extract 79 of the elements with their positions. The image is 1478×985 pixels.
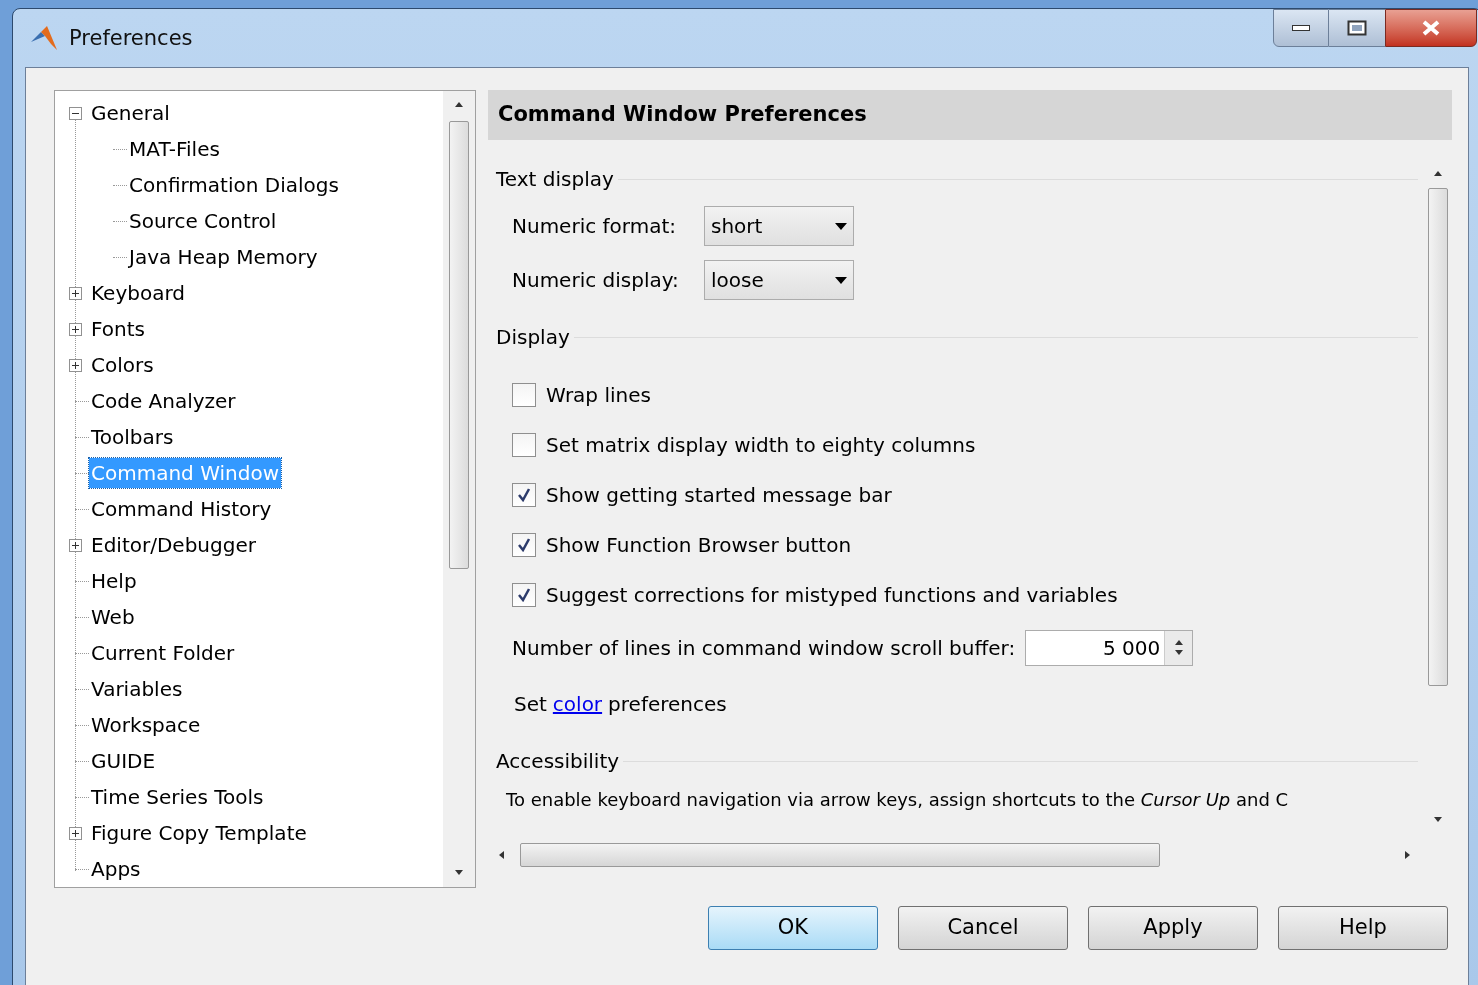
tree-item[interactable]: Editor/Debugger	[89, 530, 258, 560]
group-title: Accessibility	[496, 748, 620, 775]
scroll-up-icon[interactable]	[455, 101, 463, 109]
increment-icon[interactable]	[1174, 639, 1183, 647]
checkmark-icon	[517, 488, 531, 502]
checkbox-label: Show Function Browser button	[546, 532, 852, 559]
tree-item[interactable]: MAT-Files	[127, 134, 222, 164]
scroll-thumb[interactable]	[1428, 188, 1448, 686]
window-title: Preferences	[69, 25, 193, 52]
tree-item[interactable]: Web	[89, 602, 137, 632]
checkbox[interactable]	[512, 383, 536, 407]
dialog-button[interactable]: OK	[708, 906, 878, 950]
field-label: Numeric format:	[512, 213, 678, 240]
scroll-down-icon[interactable]	[455, 869, 463, 877]
dropdown[interactable]: loose	[704, 260, 854, 300]
scroll-right-icon[interactable]	[1404, 851, 1412, 859]
vertical-scrollbar[interactable]	[443, 91, 475, 887]
maximize-icon	[1347, 20, 1367, 36]
scroll-left-icon[interactable]	[498, 851, 506, 859]
expand-icon[interactable]	[68, 538, 82, 552]
tree-item[interactable]: Fonts	[89, 314, 147, 344]
dropdown[interactable]: short	[704, 206, 854, 246]
tree-item[interactable]: Code Analyzer	[89, 386, 238, 416]
decrement-icon[interactable]	[1174, 649, 1183, 657]
scroll-down-icon[interactable]	[1434, 816, 1442, 824]
expand-icon[interactable]	[68, 358, 82, 372]
checkbox-label: Wrap lines	[546, 382, 651, 409]
checkbox[interactable]	[512, 483, 536, 507]
tree-item[interactable]: Help	[89, 566, 139, 596]
tree-item[interactable]: Figure Copy Template	[89, 818, 309, 848]
color-link[interactable]: color	[552, 689, 603, 719]
dialog-button[interactable]: Help	[1278, 906, 1448, 950]
label-text: preferences	[608, 691, 727, 718]
tree-item[interactable]: Current Folder	[89, 638, 237, 668]
collapse-icon[interactable]	[68, 106, 82, 120]
checkbox-label: Suggest corrections for mistyped functions and variables	[546, 582, 1118, 609]
tree-item[interactable]: Source Control	[127, 206, 279, 236]
checkbox[interactable]	[512, 533, 536, 557]
group-title: Text display	[496, 166, 614, 193]
checkbox[interactable]	[512, 583, 536, 607]
expand-icon[interactable]	[68, 826, 82, 840]
field-label: Number of lines in command window scroll buffer:	[512, 635, 1016, 662]
tree-item[interactable]: Command History	[89, 494, 274, 524]
tree-item[interactable]: Confirmation Dialogs	[127, 170, 341, 200]
tree-item[interactable]: Colors	[89, 350, 156, 380]
checkbox[interactable]	[512, 433, 536, 457]
scroll-thumb[interactable]	[520, 843, 1160, 867]
scroll-thumb[interactable]	[449, 121, 469, 569]
tree-item[interactable]: Keyboard	[89, 278, 187, 308]
tree-item[interactable]: Apps	[89, 854, 143, 884]
caret-icon	[835, 222, 847, 230]
panel-title: Command Window Preferences	[498, 101, 867, 129]
tree-item[interactable]: Workspace	[89, 710, 203, 740]
dialog-button[interactable]: Cancel	[898, 906, 1068, 950]
tree-item[interactable]: Toolbars	[89, 422, 176, 452]
caret-icon	[835, 276, 847, 284]
tree-item[interactable]: General	[89, 98, 172, 128]
tree-item[interactable]: Time Series Tools	[89, 782, 266, 812]
label-text: Set	[514, 691, 547, 718]
checkmark-icon	[517, 538, 531, 552]
close-button[interactable]	[1385, 9, 1477, 47]
accessibility-description: To enable keyboard navigation via arrow keys, assign shortcuts to the Cursor Up and C	[506, 788, 1290, 812]
expand-icon[interactable]	[68, 322, 82, 336]
maximize-button[interactable]	[1329, 9, 1385, 47]
checkbox-label: Set matrix display width to eighty columns	[546, 432, 976, 459]
number-spinner[interactable]: 5 000	[1025, 630, 1194, 666]
scroll-up-icon[interactable]	[1434, 170, 1442, 178]
checkmark-icon	[517, 588, 531, 602]
close-icon	[1422, 20, 1440, 36]
group-title: Display	[496, 324, 570, 351]
tree-item[interactable]: Java Heap Memory	[127, 242, 320, 272]
dialog-button[interactable]: Apply	[1088, 906, 1258, 950]
minimize-button[interactable]	[1273, 9, 1329, 47]
minimize-icon	[1292, 25, 1310, 31]
field-label: Numeric display:	[512, 267, 680, 294]
tree-item[interactable]: GUIDE	[89, 746, 158, 776]
expand-icon[interactable]	[68, 286, 82, 300]
tree-item[interactable]: Variables	[89, 674, 185, 704]
checkbox-label: Show getting started message bar	[546, 482, 892, 509]
